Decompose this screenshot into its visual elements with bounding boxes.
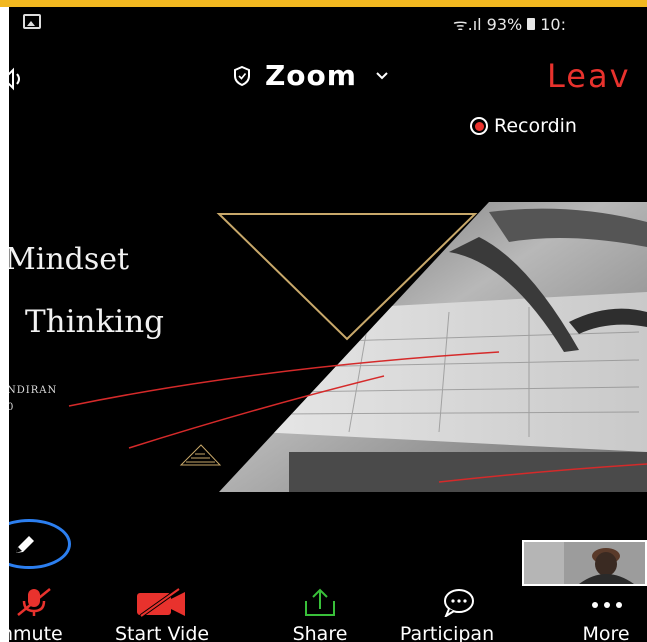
self-video-thumbnail[interactable]	[522, 540, 647, 586]
recording-label: Recordin	[494, 115, 577, 137]
share-upload-icon	[305, 588, 335, 616]
speaker-icon[interactable]	[9, 67, 25, 91]
gallery-notification-icon	[23, 14, 41, 29]
recording-indicator[interactable]: Recordin	[470, 115, 577, 137]
share-button[interactable]: Share	[288, 587, 352, 642]
start-video-button[interactable]: Start Vide	[115, 587, 209, 642]
window-top-border	[0, 0, 647, 7]
shield-icon	[234, 65, 250, 86]
share-label: Share	[292, 623, 348, 642]
phone-status-bar: ᯤ.ıl 93% 10:	[9, 7, 647, 39]
meeting-title: Zoom	[265, 59, 357, 92]
unmute-button[interactable]: nmute	[9, 587, 63, 642]
shared-screen-content: Mindset Thinking NDIRAN 0	[9, 202, 647, 492]
slide-title-line1: Mindset	[9, 242, 130, 277]
chat-bubble-icon	[444, 589, 474, 617]
status-right-group: ᯤ.ıl 93% 10:	[453, 13, 566, 35]
meeting-title-dropdown[interactable]: Zoom	[233, 59, 389, 92]
window-left-edge	[0, 7, 9, 642]
more-button[interactable]: More	[581, 587, 631, 642]
annotate-button[interactable]	[9, 519, 71, 569]
unmute-label: nmute	[9, 623, 63, 642]
chevron-down-icon	[376, 71, 388, 79]
zoom-meeting-screen: ᯤ.ıl 93% 10: Zoom Leav Recordin Mindset …	[9, 7, 647, 642]
start-video-label: Start Vide	[115, 623, 210, 642]
video-off-icon	[137, 587, 186, 617]
participants-button[interactable]: Participan	[399, 587, 495, 642]
more-label: More	[582, 623, 630, 642]
leave-button[interactable]: Leav	[547, 57, 631, 95]
muted-microphone-icon	[17, 588, 51, 616]
meeting-toolbar: nmute Start Vide Share	[9, 587, 647, 642]
slide-photo	[219, 202, 647, 492]
clock: 10:	[540, 14, 566, 34]
slide-presenter-text: NDIRAN	[9, 385, 58, 396]
signal-battery-text: ᯤ.ıl 93%	[453, 15, 523, 34]
participant-video	[524, 542, 645, 584]
battery-icon	[527, 18, 536, 30]
slide-presenter-text-2: 0	[9, 402, 14, 413]
recording-dot-icon	[470, 117, 488, 135]
pencil-icon	[16, 536, 34, 553]
meeting-header: Zoom Leav	[9, 47, 647, 107]
more-dots-icon	[592, 602, 622, 608]
slide-title-line2: Thinking	[25, 304, 165, 340]
participants-label: Participan	[399, 623, 495, 642]
